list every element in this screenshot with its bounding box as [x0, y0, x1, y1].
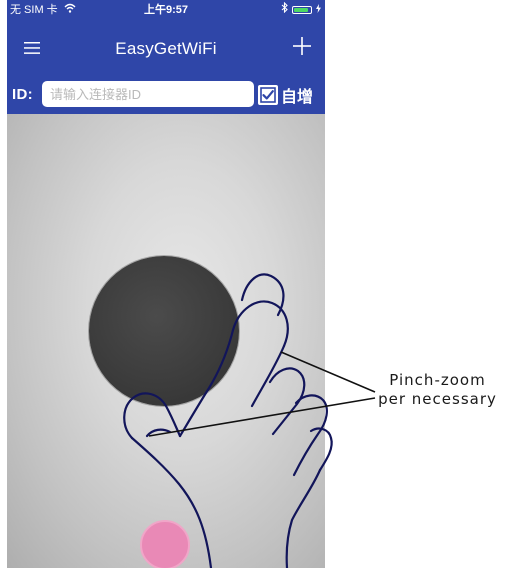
status-bar: 无 SIM 卡 上午9:57 — [7, 0, 325, 20]
id-label: ID: — [12, 86, 33, 103]
camera-preview[interactable] — [7, 114, 325, 568]
capture-button[interactable] — [140, 520, 190, 568]
id-input-bar: ID: 自增 — [7, 76, 325, 114]
app-title: EasyGetWiFi — [115, 39, 217, 58]
dark-circle-target — [89, 256, 239, 406]
checkbox-checked-icon[interactable] — [258, 85, 278, 105]
pinch-zoom-annotation: Pinch-zoom per necessary — [370, 371, 505, 409]
annotation-line-1: Pinch-zoom — [389, 371, 486, 389]
auto-increment-toggle[interactable]: 自增 — [258, 83, 313, 107]
auto-increment-label: 自增 — [281, 89, 314, 106]
phone-screen: 无 SIM 卡 上午9:57 EasyGetWiFi ID: 请输入连接器ID … — [7, 0, 325, 568]
annotation-line-2: per necessary — [378, 390, 497, 408]
connector-id-input[interactable] — [42, 81, 254, 107]
status-right-group — [281, 0, 321, 20]
page: 无 SIM 卡 上午9:57 EasyGetWiFi ID: 请输入连接器ID … — [0, 0, 505, 568]
navigation-bar: EasyGetWiFi — [7, 20, 325, 76]
status-time: 上午9:57 — [143, 4, 189, 16]
plus-icon[interactable] — [288, 32, 316, 60]
battery-level — [294, 8, 308, 12]
charging-icon — [316, 0, 321, 20]
battery-icon — [292, 6, 312, 14]
bluetooth-icon — [281, 0, 288, 20]
